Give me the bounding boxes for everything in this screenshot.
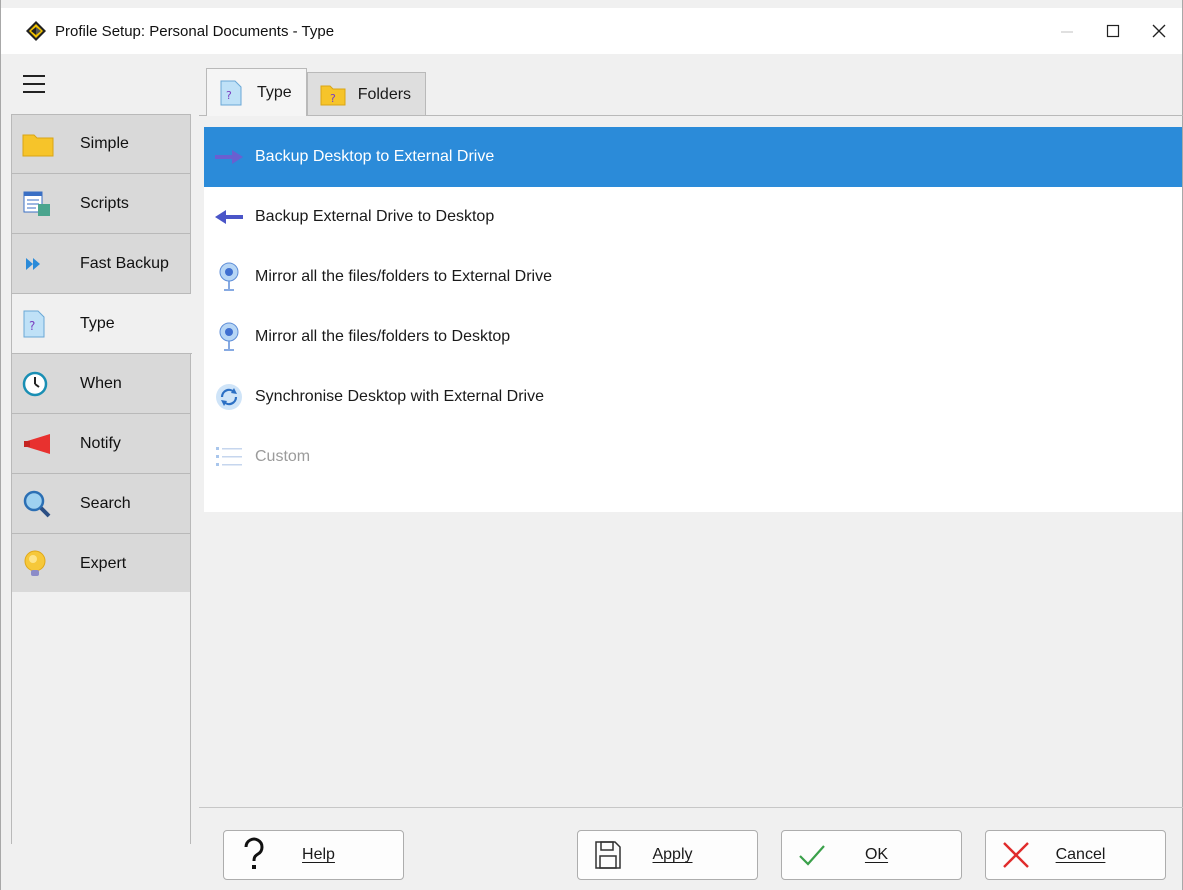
tab-divider	[199, 115, 1183, 116]
ok-button[interactable]: OK	[781, 830, 962, 880]
sidebar: Simple Scripts Fast Backup ? Type When N…	[11, 114, 192, 594]
list-item-label: Backup External Drive to Desktop	[255, 208, 495, 225]
help-button[interactable]: Help	[223, 830, 404, 880]
hamburger-menu-icon[interactable]	[23, 75, 45, 93]
window-controls	[1044, 8, 1182, 54]
mirror-icon	[214, 322, 244, 352]
script-icon	[22, 188, 58, 220]
maximize-button[interactable]	[1090, 8, 1136, 54]
clock-icon	[22, 368, 58, 400]
sidebar-item-label: Expert	[80, 554, 127, 572]
megaphone-icon	[22, 428, 58, 460]
tab-folders[interactable]: ? Folders	[306, 72, 427, 116]
sidebar-item-fast-backup[interactable]: Fast Backup	[11, 234, 191, 294]
list-item-backup-external-to-desktop[interactable]: Backup External Drive to Desktop	[204, 187, 1182, 247]
list-item-label: Backup Desktop to External Drive	[255, 148, 495, 165]
sidebar-item-notify[interactable]: Notify	[11, 414, 191, 474]
sidebar-item-scripts[interactable]: Scripts	[11, 174, 191, 234]
minimize-button[interactable]	[1044, 8, 1090, 54]
list-item-mirror-to-desktop[interactable]: Mirror all the files/folders to Desktop	[204, 307, 1182, 367]
arrow-right-icon	[214, 142, 244, 172]
footer-divider	[199, 807, 1183, 808]
ok-button-label: OK	[864, 846, 889, 863]
list-item-synchronise[interactable]: Synchronise Desktop with External Drive	[204, 367, 1182, 427]
sidebar-item-label: Scripts	[80, 194, 129, 212]
sidebar-item-when[interactable]: When	[11, 354, 191, 414]
apply-button-label: Apply	[652, 846, 693, 863]
arrow-left-icon	[214, 202, 244, 232]
mirror-icon	[214, 262, 244, 292]
maximize-icon	[1106, 24, 1120, 38]
sync-icon	[214, 382, 244, 412]
list-item-label: Mirror all the files/folders to Desktop	[255, 328, 511, 345]
question-document-icon: ?	[22, 308, 58, 340]
profile-setup-window: Profile Setup: Personal Documents - Type…	[0, 0, 1183, 890]
help-button-label: Help	[302, 846, 335, 863]
list-item-label: Mirror all the files/folders to External…	[255, 268, 552, 285]
title-bar: Profile Setup: Personal Documents - Type	[1, 8, 1182, 54]
cancel-button-label: Cancel	[1055, 846, 1106, 863]
magnifier-icon	[22, 488, 58, 520]
list-item-mirror-to-external[interactable]: Mirror all the files/folders to External…	[204, 247, 1182, 307]
save-disk-icon	[588, 835, 628, 875]
sidebar-empty-area	[11, 592, 191, 844]
list-item-label: Synchronise Desktop with External Drive	[255, 388, 545, 405]
svg-text:?: ?	[226, 89, 232, 102]
sidebar-item-type[interactable]: ? Type	[11, 294, 192, 354]
sidebar-item-label: When	[80, 374, 122, 392]
list-item-custom[interactable]: Custom	[204, 427, 1182, 487]
sidebar-item-label: Fast Backup	[80, 254, 169, 272]
list-item-label: Custom	[255, 448, 311, 465]
sidebar-item-expert[interactable]: Expert	[11, 534, 191, 594]
question-document-icon: ?	[219, 80, 243, 106]
close-button[interactable]	[1136, 8, 1182, 54]
fast-forward-icon	[22, 248, 58, 280]
cancel-x-icon	[996, 835, 1036, 875]
lightbulb-icon	[22, 548, 58, 580]
close-icon	[1152, 24, 1166, 38]
sidebar-item-simple[interactable]: Simple	[11, 114, 191, 174]
sidebar-item-search[interactable]: Search	[11, 474, 191, 534]
question-mark-icon	[234, 835, 274, 875]
window-title: Profile Setup: Personal Documents - Type	[55, 22, 335, 40]
sidebar-item-label: Notify	[80, 434, 121, 452]
svg-text:?: ?	[29, 319, 35, 333]
list-item-backup-desktop-to-external[interactable]: Backup Desktop to External Drive	[204, 127, 1182, 187]
sidebar-item-label: Type	[80, 314, 115, 332]
svg-text:?: ?	[330, 92, 336, 105]
question-folder-icon: ?	[320, 82, 346, 108]
sidebar-item-label: Search	[80, 494, 131, 512]
tab-label: Type	[257, 83, 292, 101]
tab-label: Folders	[357, 85, 412, 103]
list-icon	[214, 442, 244, 472]
type-list: Backup Desktop to External Drive Backup …	[204, 127, 1182, 512]
apply-button[interactable]: Apply	[577, 830, 758, 880]
checkmark-icon	[792, 835, 832, 875]
tab-bar: ? Type ? Folders	[206, 68, 427, 116]
folder-icon	[22, 128, 58, 160]
tab-type[interactable]: ? Type	[206, 68, 307, 116]
cancel-button[interactable]: Cancel	[985, 830, 1166, 880]
sidebar-item-label: Simple	[80, 135, 129, 152]
minimize-icon	[1061, 31, 1073, 33]
app-logo-icon	[25, 20, 47, 42]
